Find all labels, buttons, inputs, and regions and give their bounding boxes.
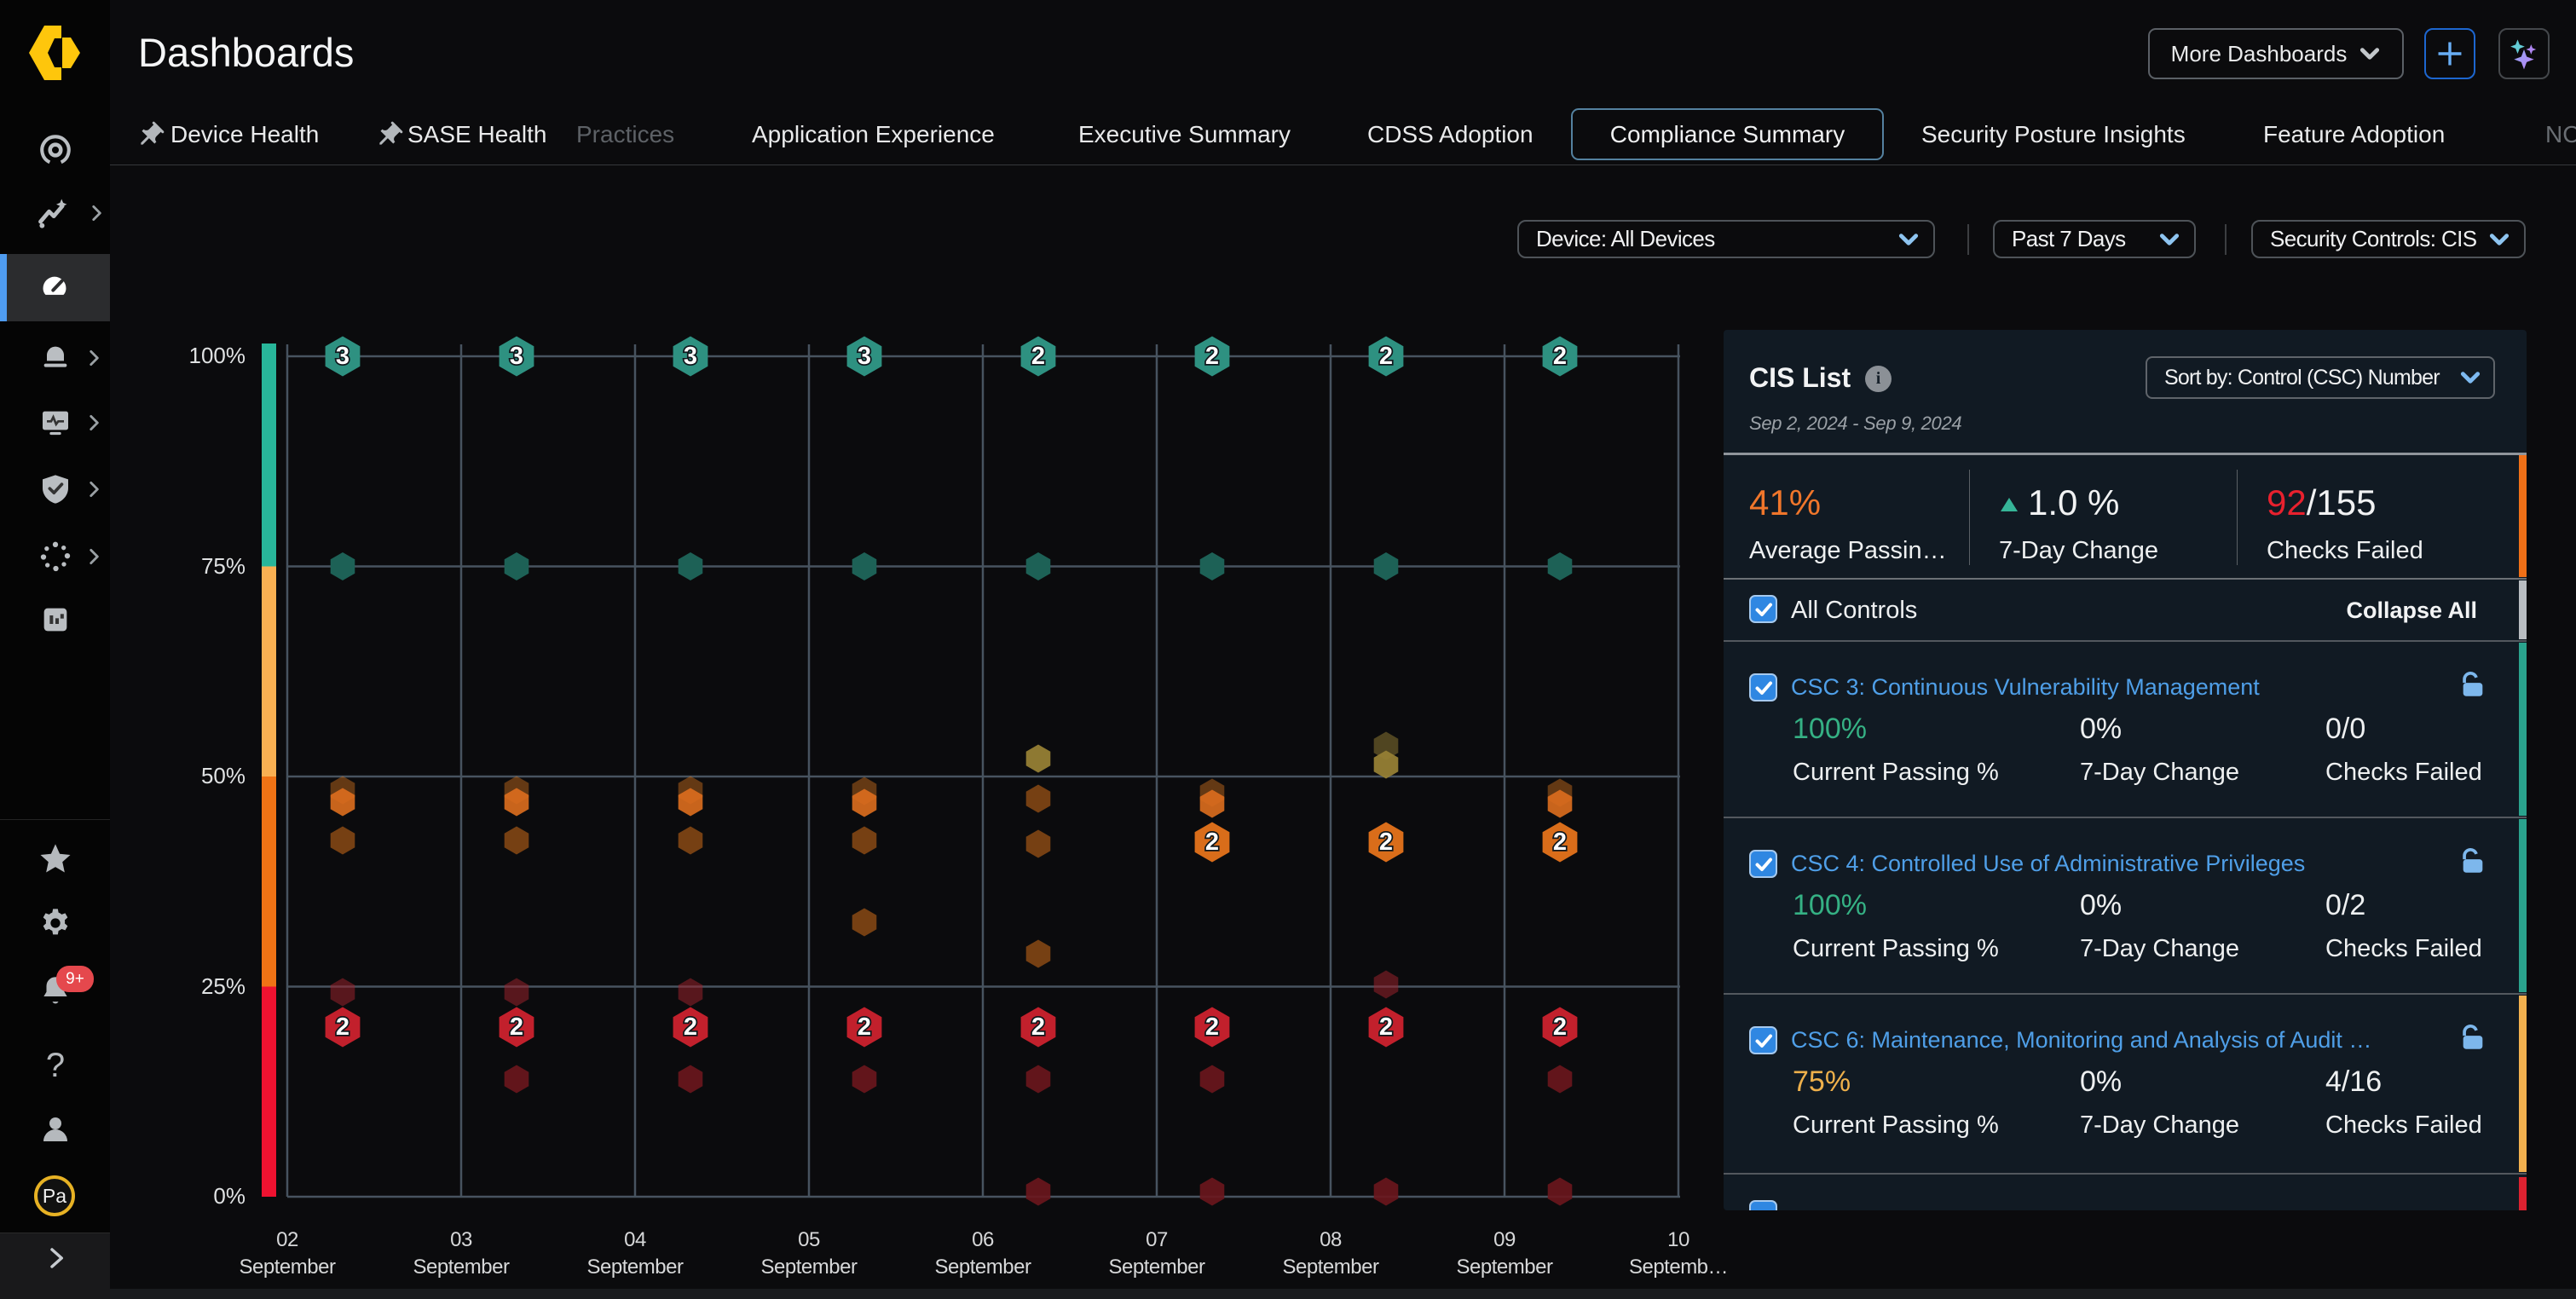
svg-text:2: 2 [1205,1013,1219,1041]
svg-text:2: 2 [1205,343,1219,370]
svg-text:2: 2 [1379,343,1393,370]
svg-text:2: 2 [1379,828,1393,856]
svg-text:3: 3 [684,343,697,370]
svg-text:2: 2 [1379,1013,1393,1041]
svg-text:2: 2 [684,1013,697,1041]
svg-text:2: 2 [1553,828,1567,856]
svg-text:2: 2 [336,1013,349,1041]
svg-text:2: 2 [858,1013,871,1041]
svg-text:2: 2 [1553,1013,1567,1041]
svg-text:2: 2 [1031,343,1045,370]
svg-text:2: 2 [1205,828,1219,856]
svg-text:3: 3 [858,343,871,370]
svg-text:2: 2 [1553,343,1567,370]
svg-text:3: 3 [510,343,523,370]
svg-text:3: 3 [336,343,349,370]
svg-text:2: 2 [1031,1013,1045,1041]
svg-text:2: 2 [510,1013,523,1041]
